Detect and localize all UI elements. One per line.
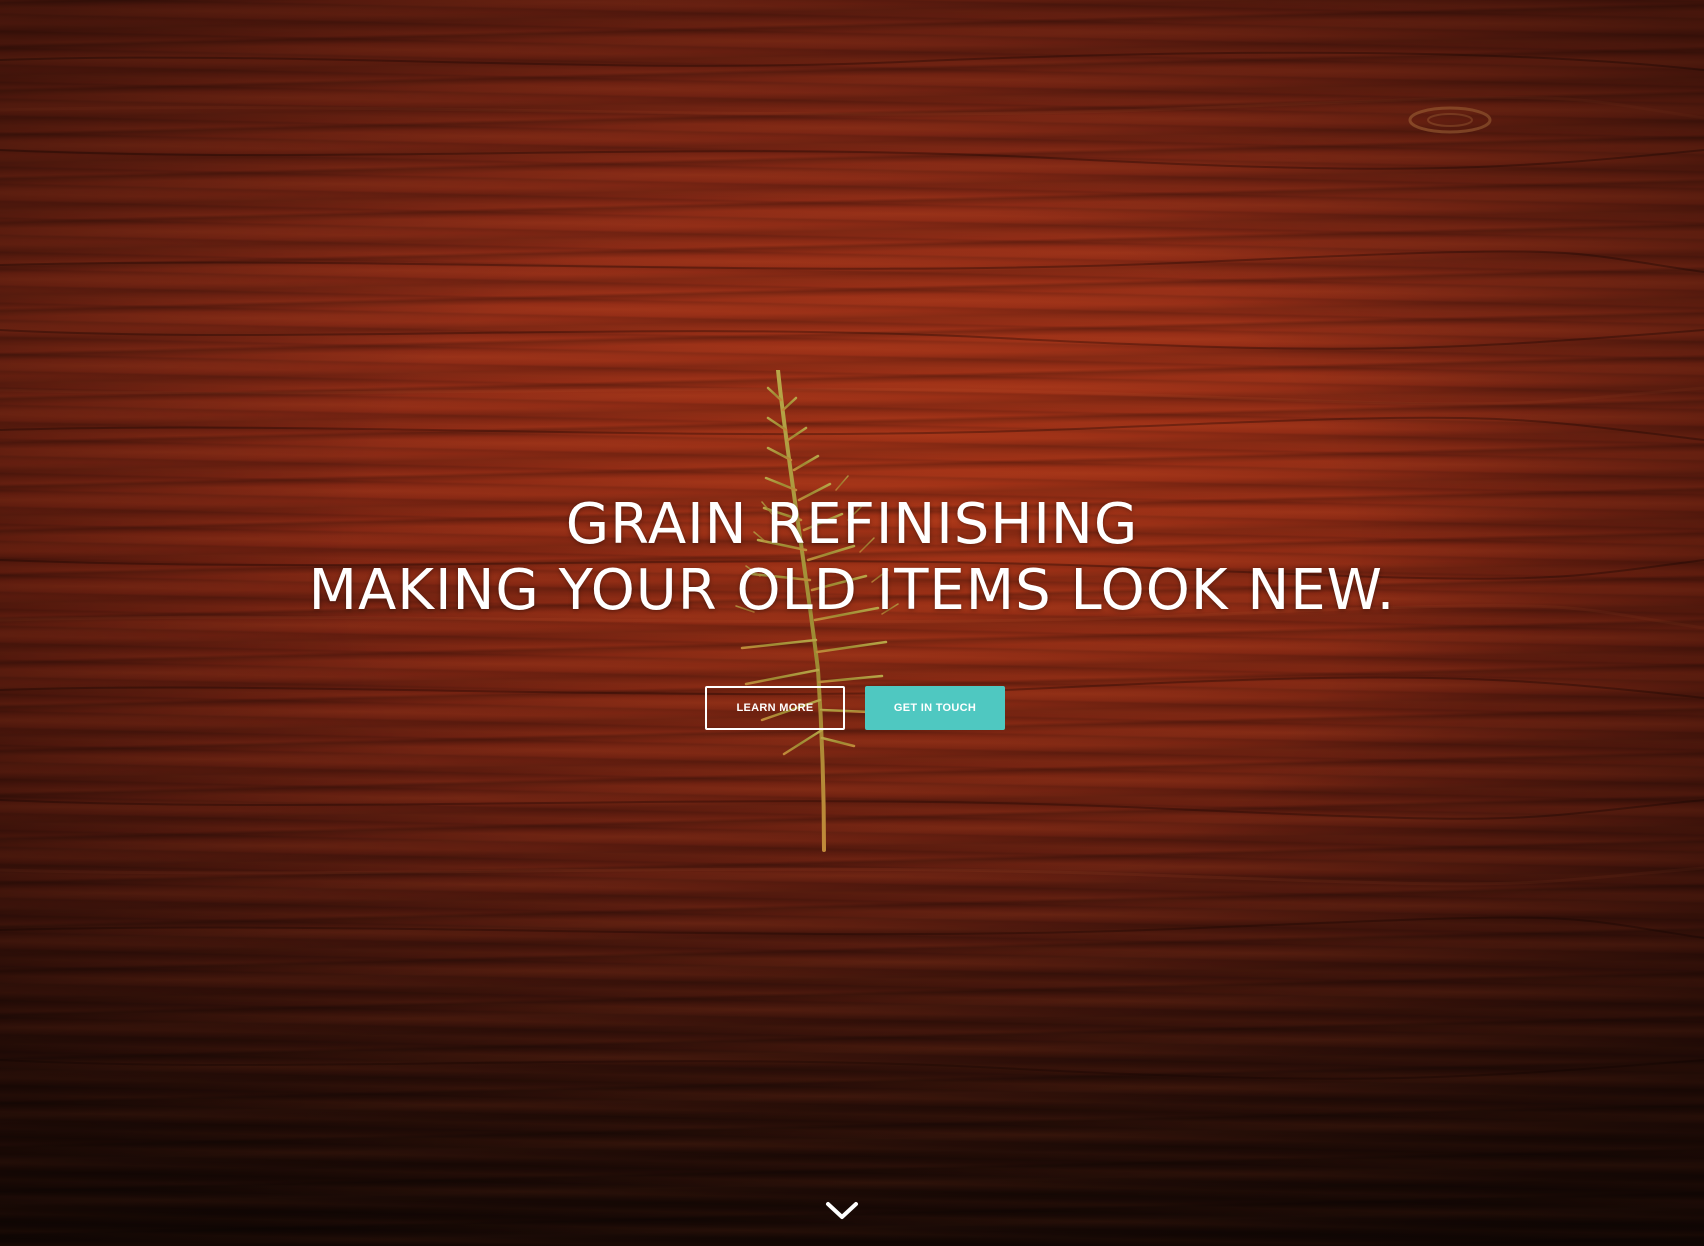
headline-line-2: MAKING YOUR OLD ITEMS LOOK NEW. (308, 558, 1396, 623)
learn-more-button[interactable]: LEARN MORE (705, 686, 845, 730)
hero-section: GRAIN REFINISHING MAKING YOUR OLD ITEMS … (0, 0, 1704, 1246)
scroll-down-button[interactable] (824, 1196, 860, 1226)
wood-knot (1408, 106, 1492, 134)
headline-line-1: GRAIN REFINISHING (565, 492, 1139, 557)
hero-headline: GRAIN REFINISHING MAKING YOUR OLD ITEMS … (0, 492, 1704, 624)
hero-buttons: LEARN MORE GET IN TOUCH (0, 686, 1704, 730)
chevron-down-icon (826, 1202, 858, 1219)
get-in-touch-button[interactable]: GET IN TOUCH (865, 686, 1005, 730)
